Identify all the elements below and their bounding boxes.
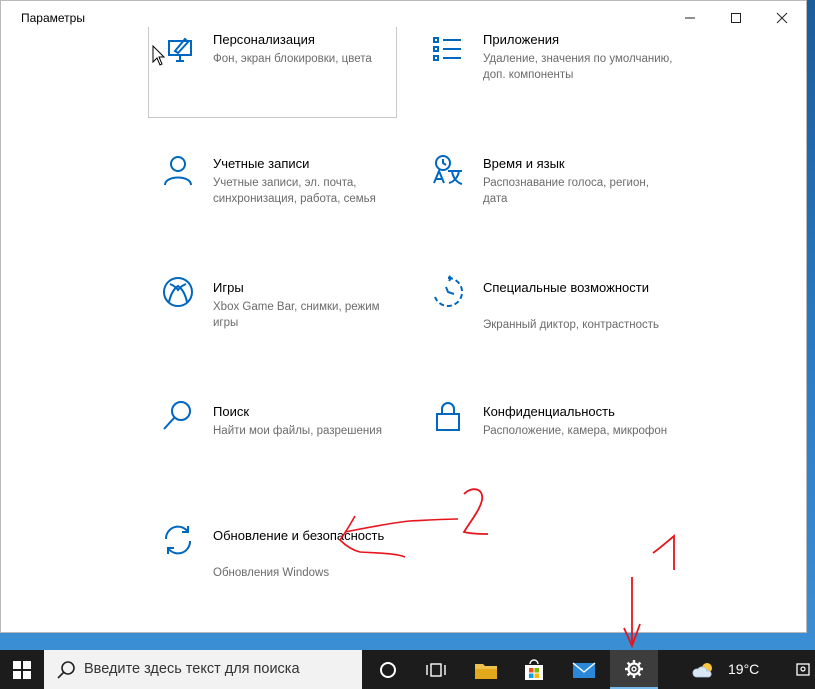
tile-apps[interactable]: Приложения Удаление, значения по умолчан… (419, 32, 672, 105)
title-bar[interactable]: Параметры (1, 1, 806, 35)
notifications-button[interactable] (790, 650, 815, 689)
start-button[interactable] (0, 650, 44, 689)
tile-gaming[interactable]: Игры Xbox Game Bar, снимки, режим игры (149, 277, 399, 343)
personalization-icon (168, 37, 192, 62)
lock-icon (436, 402, 460, 431)
windows-start-icon (13, 660, 31, 679)
tile-description: Найти мои файлы, разрешения (213, 425, 382, 437)
tile-search[interactable]: Поиск Найти мои файлы, разрешения (149, 401, 399, 467)
close-button[interactable] (759, 1, 805, 35)
tile-ease-of-access[interactable]: Специальные возможности Экранный диктор,… (419, 275, 669, 353)
apps-icon (433, 37, 461, 61)
tile-description: Xbox Game Bar, снимки, режим игры (213, 301, 380, 329)
tile-accounts[interactable]: Учетные записи Учетные записи, эл. почта… (149, 156, 399, 239)
tile-title: Учетные записи (213, 156, 310, 171)
tile-title: Игры (213, 280, 244, 295)
file-explorer-button[interactable] (462, 650, 510, 689)
search-placeholder: Введите здесь текст для поиска (84, 661, 300, 677)
store-icon (525, 658, 543, 680)
xbox-icon (163, 277, 193, 307)
close-icon (776, 12, 788, 24)
search-icon (163, 401, 191, 430)
cortana-icon (380, 661, 396, 678)
taskbar: Введите здесь текст для поиска 19°C (0, 650, 815, 689)
taskbar-search-box[interactable]: Введите здесь текст для поиска (44, 650, 362, 689)
minimize-icon (685, 17, 695, 19)
tile-title: Персонализация (213, 32, 315, 47)
tile-description: Обновления Windows (213, 567, 330, 579)
tile-privacy[interactable]: Конфиденциальность Расположение, камера,… (419, 402, 669, 467)
tile-update-security[interactable]: Обновление и безопасность Обновления Win… (149, 525, 399, 591)
tile-description: Учетные записи, эл. почта, синхронизация… (213, 177, 376, 205)
tile-title: Конфиденциальность (483, 404, 615, 419)
weather-button[interactable] (684, 650, 724, 689)
time-language-icon (433, 155, 463, 185)
tile-time-language[interactable]: Время и язык Распознавание голоса, регио… (419, 155, 669, 239)
maximize-button[interactable] (713, 1, 759, 35)
update-icon (164, 525, 192, 555)
store-button[interactable] (510, 650, 558, 689)
settings-window: Параметры Персонализация Фон, экран блок… (0, 0, 807, 633)
weather-icon (692, 662, 712, 677)
tile-title: Время и язык (483, 156, 565, 171)
tile-description: Экранный диктор, контрастность (483, 319, 660, 331)
task-view-icon (426, 662, 446, 677)
tile-title: Приложения (483, 32, 560, 47)
tile-personalization[interactable]: Персонализация Фон, экран блокировки, цв… (149, 32, 399, 105)
tile-description: Удаление, значения по умолчанию, доп. ко… (483, 53, 673, 81)
tile-title: Обновление и безопасность (213, 528, 385, 543)
search-icon (57, 661, 75, 679)
maximize-icon (731, 13, 741, 23)
settings-taskbar-button[interactable] (610, 650, 658, 689)
tile-title: Поиск (213, 404, 250, 419)
mail-icon (572, 661, 596, 678)
cortana-button[interactable] (364, 650, 412, 689)
minimize-button[interactable] (667, 1, 713, 35)
tile-title: Специальные возможности (483, 280, 649, 295)
notifications-icon (795, 662, 810, 676)
mail-button[interactable] (560, 650, 608, 689)
mouse-cursor-icon (152, 45, 166, 66)
ease-of-access-icon (434, 275, 464, 307)
tile-description: Фон, экран блокировки, цвета (213, 53, 372, 65)
weather-temperature[interactable]: 19°C (728, 661, 759, 677)
tile-description: Распознавание голоса, регион, дата (483, 177, 649, 205)
window-title: Параметры (21, 11, 85, 25)
settings-gear-icon (625, 659, 643, 678)
file-explorer-icon (475, 663, 497, 679)
task-view-button[interactable] (412, 650, 460, 689)
tile-description: Расположение, камера, микрофон (483, 425, 668, 437)
accounts-icon (164, 156, 192, 186)
